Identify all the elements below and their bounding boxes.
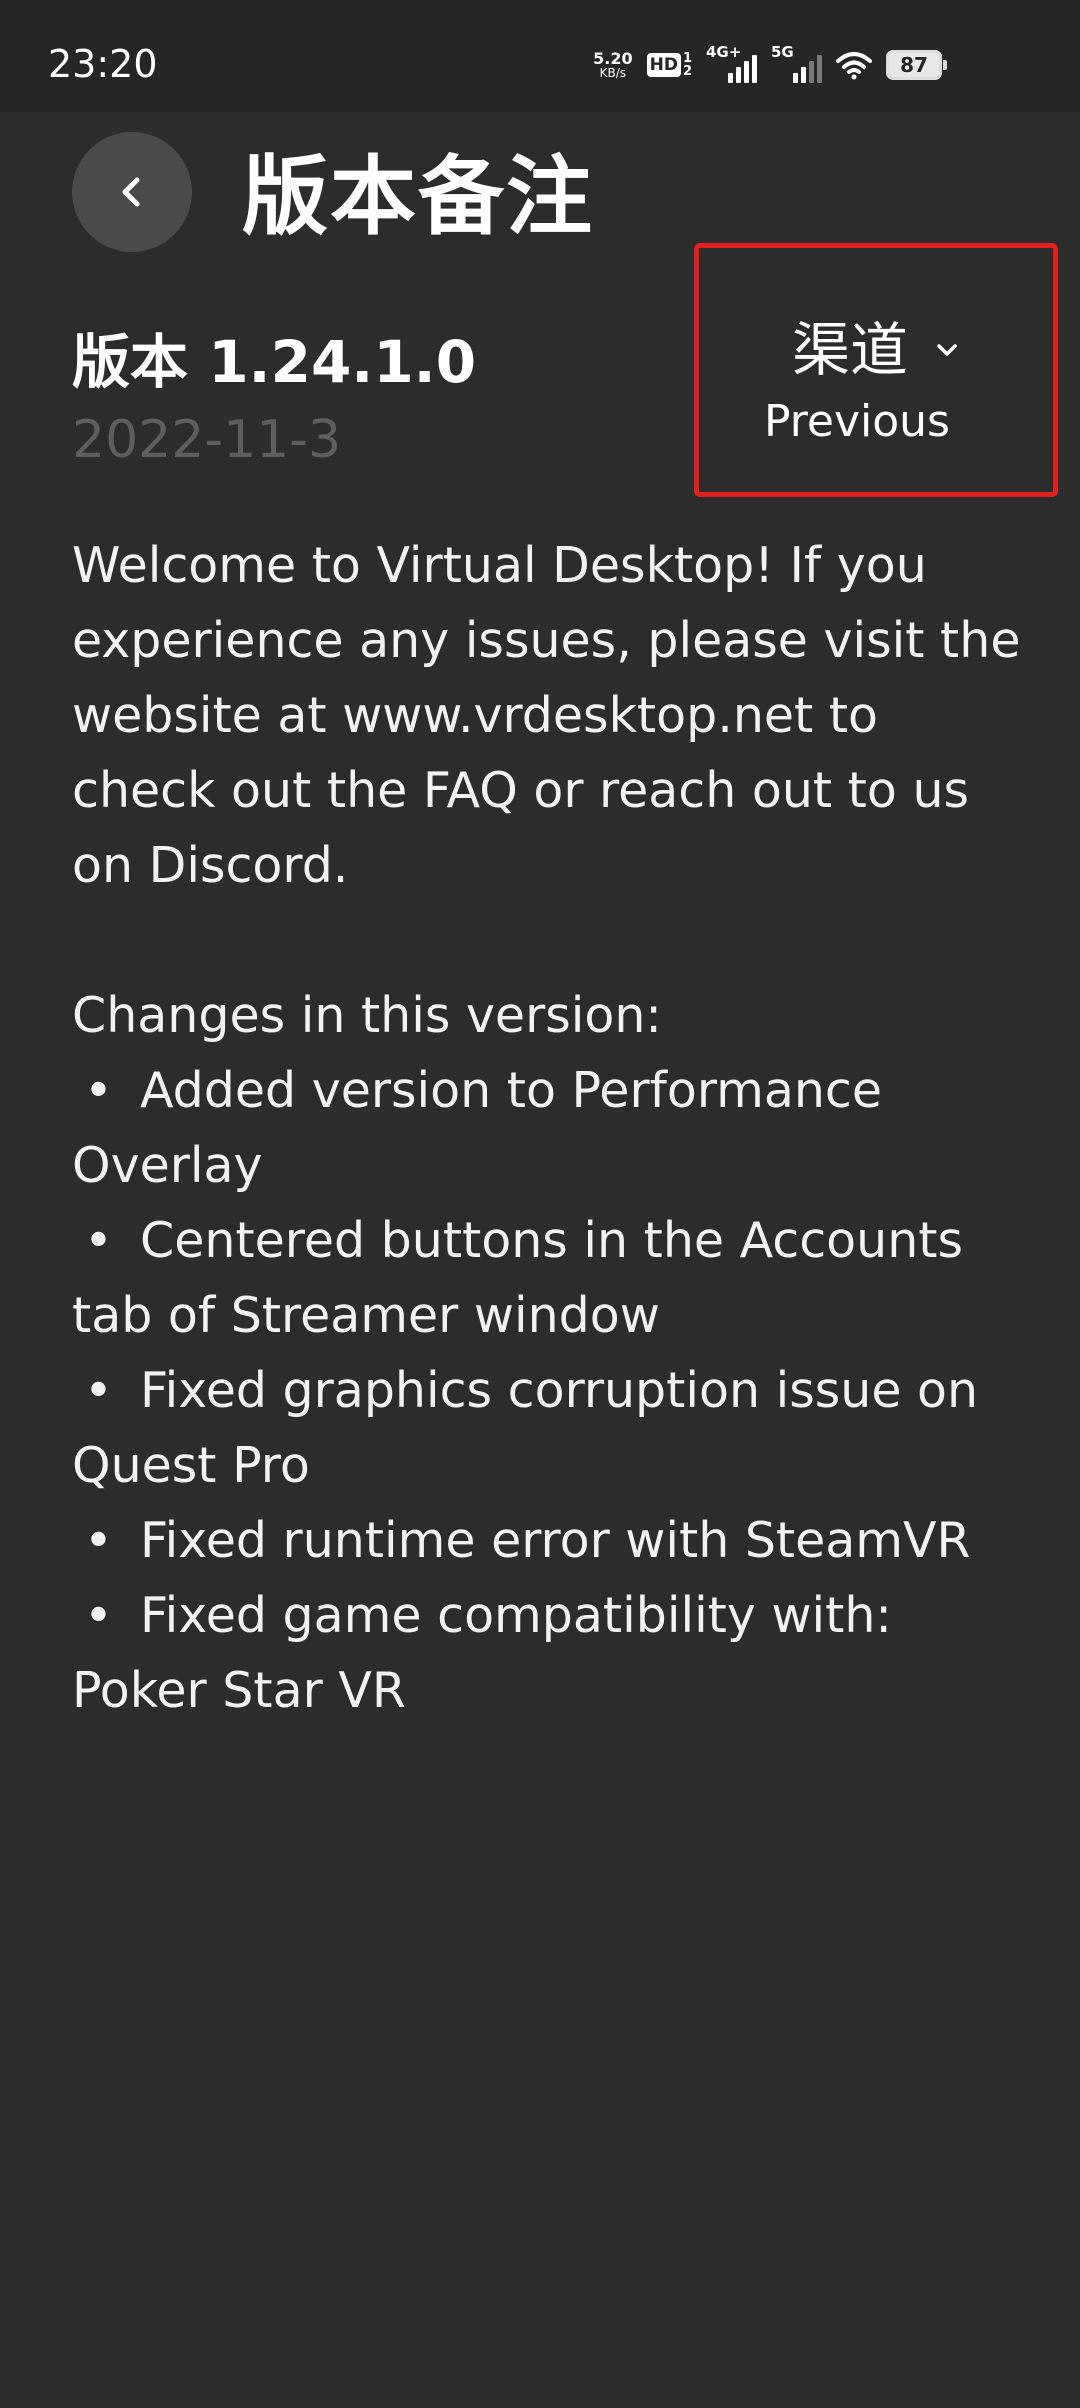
change-item: Fixed runtime error with SteamVR [72,1503,1032,1578]
network-speed-unit: KB/s [599,66,627,80]
status-bar: 23:20 5.20 KB/s HD 1 2 4G+ 5G 87 [0,0,1080,112]
change-item: Added version to Performance Overlay [72,1053,1032,1203]
notes-intro: Welcome to Virtual Desktop! If you exper… [72,537,1021,894]
page-title: 版本备注 [242,147,594,247]
change-item: Centered buttons in the Accounts tab of … [72,1203,1032,1353]
network-speed-value: 5.20 [593,49,633,68]
channel-label: 渠道 [792,316,909,384]
battery-icon: 87 [886,50,947,80]
change-item: Fixed game compatibility with: Poker Sta… [72,1578,1032,1728]
version-date: 2022-11-3 [72,410,342,470]
version-label: 版本 1.24.1.0 [72,328,477,396]
status-icons: 5.20 KB/s HD 1 2 4G+ 5G 87 [593,40,947,90]
back-button[interactable] [72,132,192,252]
changes-heading: Changes in this version: [72,987,662,1044]
signal-icon: 4G+ [706,43,757,83]
network-speed: 5.20 KB/s [593,50,632,80]
channel-dropdown[interactable]: 渠道 Previous [764,314,1024,450]
chevron-left-icon [122,177,140,207]
release-notes: Welcome to Virtual Desktop! If you exper… [72,528,1032,1728]
hd-icon: HD 1 2 [646,52,692,79]
change-item: Fixed graphics corruption issue on Quest… [72,1353,1032,1503]
signal-icon: 5G [771,43,822,83]
hd-sim-bottom: 2 [682,64,692,79]
battery-level: 87 [900,53,928,77]
chevron-down-icon [937,344,957,356]
channel-value: Previous [764,396,950,447]
signal-1-label: 4G+ [706,43,742,61]
status-time: 23:20 [48,42,158,86]
wifi-icon [836,50,872,80]
hd-label: HD [646,53,681,77]
signal-2-label: 5G [771,43,794,61]
